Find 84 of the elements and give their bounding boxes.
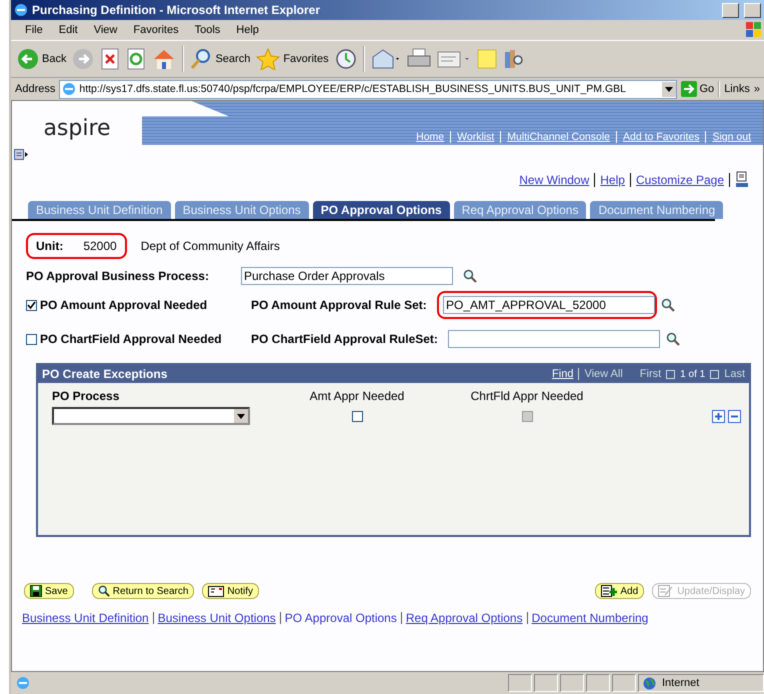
status-panel xyxy=(534,674,558,692)
search-icon[interactable] xyxy=(666,332,680,346)
field-label: PO Amount Approval Rule Set: xyxy=(251,298,428,312)
search-icon xyxy=(190,48,212,70)
arrow-right-icon xyxy=(680,81,696,97)
window-title: Purchasing Definition - Microsoft Internet Explorer xyxy=(32,3,322,17)
favorites-button[interactable]: Favorites xyxy=(256,48,329,70)
page-link[interactable]: PO Approval Options xyxy=(284,611,397,625)
toolbar-button[interactable]: Save xyxy=(24,583,74,599)
status-panel xyxy=(612,674,636,692)
field-label: PO Approval Business Process: xyxy=(26,269,210,283)
unit-value: 52000 xyxy=(83,239,117,253)
address-field[interactable]: http://sys17.dfs.state.fl.us:50740/psp/fcrpa/EMPLOYEE/ERP/c/ESTABLISH_BUSINESS_UNITS.BUS_UNIT_PM.GBL xyxy=(59,80,676,98)
add-row-icon xyxy=(601,585,618,597)
menu-item[interactable]: Edit xyxy=(50,24,86,36)
first-label: First xyxy=(640,368,662,380)
status-panel xyxy=(560,674,584,692)
rule-set-field[interactable]: PO_AMT_APPROVAL_52000 xyxy=(443,296,655,314)
toolbar-button[interactable]: Add xyxy=(595,583,644,599)
stop-icon[interactable] xyxy=(100,48,120,70)
menu-item[interactable]: Favorites xyxy=(125,24,187,36)
grid-title: PO Create Exceptions xyxy=(42,367,168,381)
more-chevron[interactable]: » xyxy=(754,83,760,95)
search-icon[interactable] xyxy=(463,269,477,283)
checkbox-label: PO ChartField Approval Needed xyxy=(40,332,222,346)
delete-row-icon[interactable] xyxy=(728,410,741,422)
column-header: Amt Appr Needed xyxy=(308,389,406,403)
page-link[interactable]: Customize Page xyxy=(636,173,724,187)
field-label: PO ChartField Approval RuleSet: xyxy=(251,332,439,346)
go-button[interactable]: Go xyxy=(680,81,714,97)
checkbox[interactable] xyxy=(26,300,37,310)
globe-icon xyxy=(643,676,656,690)
address-label: Address xyxy=(15,83,56,95)
history-icon[interactable] xyxy=(334,48,357,70)
menu-item[interactable]: Tools xyxy=(186,24,228,36)
search-icon[interactable] xyxy=(661,298,675,312)
aspire-logo: aspire xyxy=(43,116,111,141)
checkbox[interactable] xyxy=(26,334,37,344)
floppy-icon xyxy=(30,585,42,597)
column-header: PO Process xyxy=(52,389,120,403)
home-icon[interactable] xyxy=(152,48,176,70)
back-button[interactable]: Back xyxy=(17,48,66,70)
search-icon xyxy=(98,585,110,597)
unit-description: Dept of Community Affairs xyxy=(140,239,280,253)
minimize-button[interactable] xyxy=(722,2,739,18)
toolbar-button[interactable]: Return to Search xyxy=(92,583,194,599)
dropdown-arrow-icon[interactable] xyxy=(664,86,672,92)
unit-label: Unit: xyxy=(36,239,64,253)
status-panel xyxy=(508,674,532,692)
menu-item[interactable]: Help xyxy=(228,24,267,36)
dropdown-arrow-icon xyxy=(237,414,245,418)
find-link[interactable]: Find xyxy=(552,368,574,380)
page-link[interactable]: Help xyxy=(600,173,625,187)
refresh-icon[interactable] xyxy=(126,48,146,70)
maximize-button[interactable] xyxy=(744,2,761,18)
page-link[interactable]: Req Approval Options xyxy=(406,611,523,625)
http-link-icon[interactable] xyxy=(735,171,749,189)
status-panel xyxy=(586,674,610,692)
rule-set-field[interactable] xyxy=(448,330,660,348)
page-link[interactable]: Business Unit Definition xyxy=(22,611,149,625)
last-label: Last xyxy=(724,368,745,380)
menu-item[interactable]: File xyxy=(17,24,51,36)
business-process-field[interactable]: Purchase Order Approvals xyxy=(241,267,453,285)
po-process-dropdown[interactable] xyxy=(52,407,250,425)
zone-indicator: Internet xyxy=(638,674,764,692)
view-all-link[interactable]: View All xyxy=(584,368,623,380)
row-count: 1 of 1 xyxy=(680,368,706,380)
column-header: ChrtFld Appr Needed xyxy=(470,389,584,403)
toolbar-button[interactable]: Notify xyxy=(202,583,259,599)
windows-logo-icon xyxy=(744,21,764,39)
page-link[interactable]: Document Numbering xyxy=(532,611,648,625)
links-label[interactable]: Links xyxy=(724,83,750,95)
star-icon xyxy=(256,48,280,70)
page-link[interactable]: Business Unit Options xyxy=(158,611,276,625)
checkbox[interactable] xyxy=(352,410,362,422)
add-row-icon[interactable] xyxy=(712,410,725,422)
menu-item[interactable]: View xyxy=(86,24,126,36)
tab[interactable]: PO Approval Options xyxy=(312,201,450,219)
edit-page-icon xyxy=(658,585,674,597)
checkbox-label: PO Amount Approval Needed xyxy=(40,298,208,312)
message-icon xyxy=(208,586,224,596)
search-button[interactable]: Search xyxy=(190,48,250,70)
menu-toggle-icon[interactable] xyxy=(14,148,28,160)
page-link[interactable]: New Window xyxy=(519,173,590,187)
